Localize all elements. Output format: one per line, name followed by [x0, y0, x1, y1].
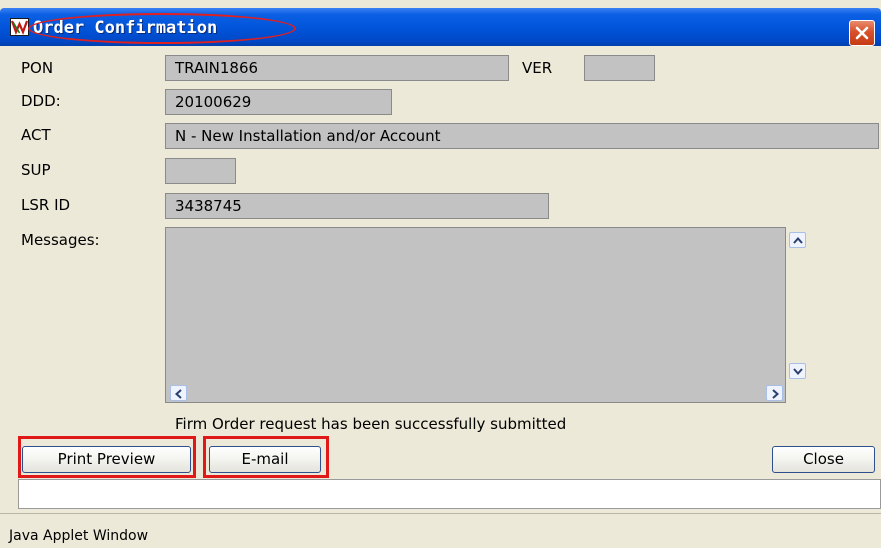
scroll-right-button[interactable]	[766, 385, 783, 401]
scroll-left-button[interactable]	[170, 385, 187, 401]
applet-window-label: Java Applet Window	[9, 528, 149, 544]
messages-textarea[interactable]	[165, 227, 806, 403]
arrow-up-icon	[793, 236, 803, 244]
applet-logo-icon	[10, 18, 29, 36]
print-preview-highlight	[18, 436, 196, 478]
submission-status-message: Firm Order request has been successfully…	[175, 415, 567, 433]
pon-field[interactable]: TRAIN1866	[165, 55, 509, 81]
lsr-id-label: LSR ID	[21, 196, 71, 214]
act-field[interactable]: N - New Installation and/or Account	[165, 123, 879, 149]
ddd-label: DDD:	[21, 92, 61, 110]
email-highlight	[203, 436, 329, 478]
lsr-id-field[interactable]: 3438745	[165, 193, 549, 219]
arrow-left-icon	[174, 389, 182, 399]
bottom-status-field	[18, 479, 881, 509]
arrow-down-icon	[793, 368, 803, 376]
sup-field[interactable]	[165, 158, 236, 184]
scroll-up-button[interactable]	[789, 232, 806, 248]
scroll-down-button[interactable]	[789, 363, 806, 379]
act-label: ACT	[21, 126, 51, 144]
close-button[interactable]: Close	[772, 446, 875, 473]
sup-label: SUP	[21, 161, 51, 179]
close-window-button[interactable]	[849, 20, 875, 46]
title-highlight-ellipse	[28, 13, 296, 44]
arrow-right-icon	[772, 389, 780, 399]
pon-label: PON	[21, 59, 54, 77]
ddd-field[interactable]: 20100629	[165, 89, 392, 115]
messages-label: Messages:	[21, 231, 100, 249]
order-confirmation-window: Order Confirmation PON TRAIN1866 VER DDD…	[0, 0, 881, 548]
ver-field[interactable]	[584, 55, 655, 81]
ver-label: VER	[522, 59, 553, 77]
close-x-icon	[855, 26, 869, 40]
